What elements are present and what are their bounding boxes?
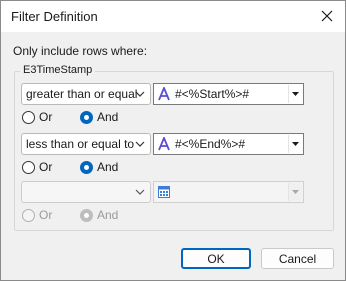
and-label-1: And [97, 110, 119, 124]
operator-value-1: greater than or equal [26, 87, 138, 101]
filter-definition-dialog: Filter Definition Only include rows wher… [0, 0, 346, 281]
group-title: E3TimeStamp [20, 64, 96, 76]
or-radio-3[interactable]: Or [22, 207, 52, 223]
close-button[interactable] [315, 5, 339, 27]
or-radio-circle-2 [22, 160, 35, 174]
and-radio-1[interactable]: And [80, 109, 118, 125]
or-radio-circle-3 [22, 208, 35, 222]
or-radio-circle-1 [22, 110, 35, 124]
operator-select-2[interactable]: less than or equal to [21, 133, 151, 155]
or-radio-1[interactable]: Or [22, 109, 52, 125]
value-field-1[interactable]: #<%Start%># [153, 83, 304, 105]
and-radio-2[interactable]: And [80, 159, 118, 175]
dropdown-arrow-icon [292, 190, 299, 194]
chevron-down-icon [135, 189, 145, 195]
chevron-down-icon [135, 141, 145, 147]
text-field-icon [158, 137, 170, 151]
ok-button[interactable]: OK [181, 248, 251, 269]
value-text-1: #<%Start%># [175, 87, 250, 101]
and-radio-circle-3 [80, 208, 93, 222]
and-radio-3[interactable]: And [80, 207, 118, 223]
close-icon [321, 10, 333, 22]
and-radio-circle-2 [80, 160, 93, 174]
cancel-button[interactable]: Cancel [261, 248, 334, 269]
value-dropdown-button-1[interactable] [288, 85, 302, 103]
operator-select-1[interactable]: greater than or equal [21, 83, 151, 105]
value-dropdown-button-3[interactable] [288, 183, 302, 201]
value-field-3[interactable] [153, 181, 304, 203]
text-field-icon [158, 87, 170, 101]
operator-value-2: less than or equal to [26, 137, 135, 151]
dialog-title: Filter Definition [11, 9, 98, 24]
chevron-down-icon [135, 91, 145, 97]
dropdown-arrow-icon [292, 92, 299, 96]
operator-select-3[interactable] [21, 181, 151, 203]
or-label-1: Or [39, 110, 53, 124]
value-text-2: #<%End%># [175, 137, 246, 151]
and-label-2: And [97, 160, 119, 174]
or-radio-2[interactable]: Or [22, 159, 52, 175]
calendar-icon [158, 186, 170, 198]
value-dropdown-button-2[interactable] [288, 135, 302, 153]
dropdown-arrow-icon [292, 142, 299, 146]
filter-prompt: Only include rows where: [13, 44, 148, 58]
title-bar: Filter Definition [1, 1, 345, 32]
and-radio-circle-1 [80, 110, 93, 124]
and-label-3: And [97, 208, 119, 222]
or-label-3: Or [39, 208, 53, 222]
value-field-2[interactable]: #<%End%># [153, 133, 304, 155]
or-label-2: Or [39, 160, 53, 174]
